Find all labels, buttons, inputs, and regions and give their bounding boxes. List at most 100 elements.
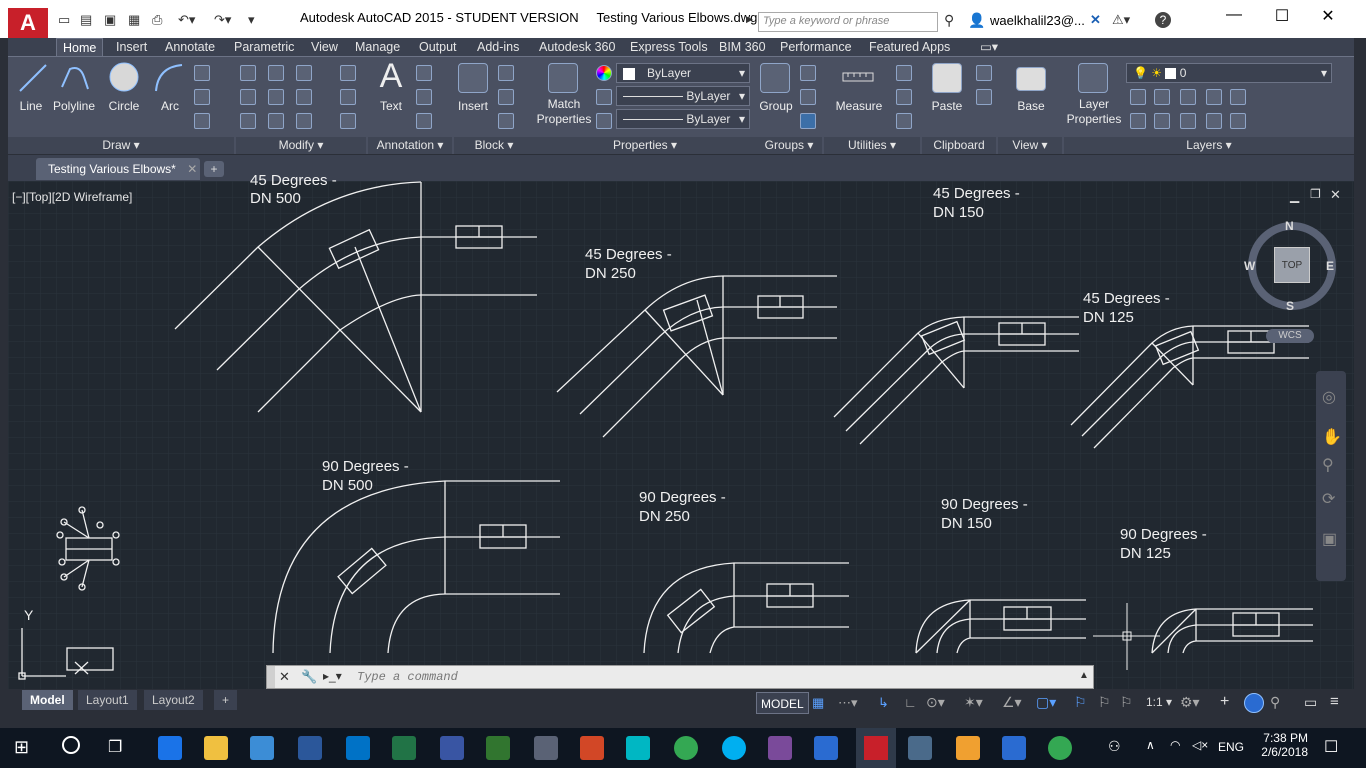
group-selection-icon[interactable] [800, 113, 816, 129]
plot-icon[interactable]: ⎙ [152, 12, 162, 30]
a360-icon[interactable]: ⚠▾ [1112, 12, 1130, 30]
color-wheel-icon[interactable] [596, 65, 612, 81]
viewport-close-icon[interactable]: ✕ [1330, 187, 1341, 203]
tab-layout2[interactable]: Layout2 [144, 690, 203, 710]
add-layout-icon[interactable]: + [214, 690, 238, 710]
app-icon-14[interactable] [768, 736, 792, 760]
circle-button[interactable]: Circle [104, 99, 144, 113]
file-explorer-icon[interactable] [204, 736, 228, 760]
chrome-icon[interactable] [674, 736, 698, 760]
visio-icon[interactable] [440, 736, 464, 760]
mirror-icon[interactable] [268, 89, 284, 105]
annotation-monitor-icon[interactable]: + [1220, 693, 1229, 711]
new-icon[interactable]: ▭ [58, 12, 70, 30]
viewcube-top-face[interactable]: TOP [1274, 247, 1310, 283]
app-icon-15[interactable] [814, 736, 838, 760]
layer-properties-button[interactable]: Layer Properties [1064, 97, 1124, 127]
tab-bim-360[interactable]: BIM 360 [713, 38, 772, 56]
application-menu-button[interactable]: A [8, 8, 48, 38]
tab-autodesk-360[interactable]: Autodesk 360 [533, 38, 621, 56]
leader-icon[interactable] [416, 89, 432, 105]
match-properties-button[interactable]: Match Properties [534, 97, 594, 127]
close-tab-icon[interactable]: ✕ [187, 162, 197, 176]
new-tab-icon[interactable]: + [204, 161, 224, 177]
osnap-icon[interactable]: ▢▾ [1036, 694, 1056, 711]
tab-add-ins[interactable]: Add-ins [471, 38, 525, 56]
chrome-icon-2[interactable] [1048, 736, 1072, 760]
viewport-restore-icon[interactable]: ❐ [1310, 187, 1321, 201]
ortho-icon[interactable]: ∟ [904, 695, 917, 710]
table-icon[interactable] [416, 113, 432, 129]
tab-model[interactable]: Model [22, 690, 73, 710]
wcs-menu[interactable]: WCS [1266, 329, 1314, 343]
volume-icon[interactable]: ◁× [1192, 738, 1208, 752]
tab-express-tools[interactable]: Express Tools [624, 38, 714, 56]
language-indicator[interactable]: ENG [1218, 740, 1244, 754]
view-panel-title[interactable]: View ▾ [998, 137, 1062, 154]
snap-icon[interactable]: ⋯▾ [838, 695, 858, 711]
layer-tool-8-icon[interactable] [1180, 113, 1196, 129]
tray-expand-icon[interactable]: ∧ [1146, 738, 1155, 752]
attribute-icon[interactable] [498, 113, 514, 129]
paint-icon[interactable] [534, 736, 558, 760]
array-icon[interactable] [296, 113, 312, 129]
task-view-icon[interactable]: ❐ [108, 737, 122, 757]
viewport-controls-label[interactable]: [−][Top][2D Wireframe] [12, 190, 132, 204]
linetype-dropdown[interactable]: ByLayer ▾ [616, 86, 750, 106]
quick-select-icon[interactable] [896, 65, 912, 81]
outlook-icon[interactable] [346, 736, 370, 760]
layers-panel-title[interactable]: Layers ▾ [1064, 137, 1354, 154]
utilities-panel-title[interactable]: Utilities ▾ [824, 137, 920, 154]
exchange-icon[interactable]: ✕ [1090, 12, 1101, 30]
open-icon[interactable]: ▤ [80, 12, 92, 30]
edit-block-icon[interactable] [498, 89, 514, 105]
search-expand-icon[interactable]: ▶ [746, 14, 753, 32]
group-edit-icon[interactable] [800, 89, 816, 105]
cortana-app-icon[interactable] [626, 736, 650, 760]
user-name[interactable]: waelkhalil23@... [990, 13, 1085, 28]
layer-tool-10-icon[interactable] [1230, 113, 1246, 129]
stretch-icon[interactable] [240, 113, 256, 129]
layer-tool-3-icon[interactable] [1180, 89, 1196, 105]
properties-panel-title[interactable]: Properties ▾ [534, 137, 756, 154]
clipboard-panel-title[interactable]: Clipboard [922, 137, 996, 154]
save-icon[interactable]: ▣ [104, 12, 116, 30]
groups-panel-title[interactable]: Groups ▾ [756, 137, 822, 154]
ungroup-icon[interactable] [800, 65, 816, 81]
fillet-icon[interactable] [296, 89, 312, 105]
paste-button[interactable]: Paste [926, 99, 968, 113]
network-icon[interactable]: ◠ [1170, 738, 1180, 752]
redo-icon[interactable]: ↷▾ [214, 12, 231, 30]
annotation-scale-icon[interactable]: ⚐ [1120, 694, 1133, 711]
app-icon-18[interactable] [956, 736, 980, 760]
powerpoint-icon[interactable] [580, 736, 604, 760]
region-icon[interactable] [194, 113, 210, 129]
command-close-icon[interactable]: ✕ [279, 669, 290, 685]
people-icon[interactable]: ⚇ [1108, 738, 1121, 755]
skype-icon[interactable] [722, 736, 746, 760]
command-input[interactable]: Type a command [357, 670, 458, 684]
workspace-gear-icon[interactable]: ⚙▾ [1180, 694, 1200, 711]
word-icon[interactable] [298, 736, 322, 760]
command-line[interactable]: ✕ 🔧 ▸_▾ Type a command ▲ [266, 665, 1094, 689]
cut-icon[interactable] [976, 65, 992, 81]
user-icon[interactable]: 👤 [968, 12, 985, 30]
customization-menu-icon[interactable]: ≡ [1330, 693, 1339, 710]
tab-view[interactable]: View [305, 38, 344, 56]
block-panel-title[interactable]: Block ▾ [454, 137, 534, 154]
maximize-icon[interactable]: ☐ [1262, 6, 1302, 30]
group-button[interactable]: Group [756, 99, 796, 113]
windows-start-icon[interactable]: ⊞ [14, 737, 29, 758]
command-grip-icon[interactable] [267, 666, 275, 688]
compass-south[interactable]: S [1286, 299, 1294, 313]
clock[interactable]: 7:38 PM 2/6/2018 [1248, 731, 1308, 759]
dimension-icon[interactable] [416, 65, 432, 81]
transparency-icon[interactable] [596, 113, 612, 129]
app-icon-19[interactable] [1002, 736, 1026, 760]
command-customize-icon[interactable]: 🔧 [301, 669, 317, 685]
create-block-icon[interactable] [498, 65, 514, 81]
project-icon[interactable] [486, 736, 510, 760]
scale-icon[interactable] [268, 113, 284, 129]
annotation-visibility-icon[interactable]: ⚐ [1074, 694, 1087, 711]
compass-north[interactable]: N [1285, 219, 1294, 233]
